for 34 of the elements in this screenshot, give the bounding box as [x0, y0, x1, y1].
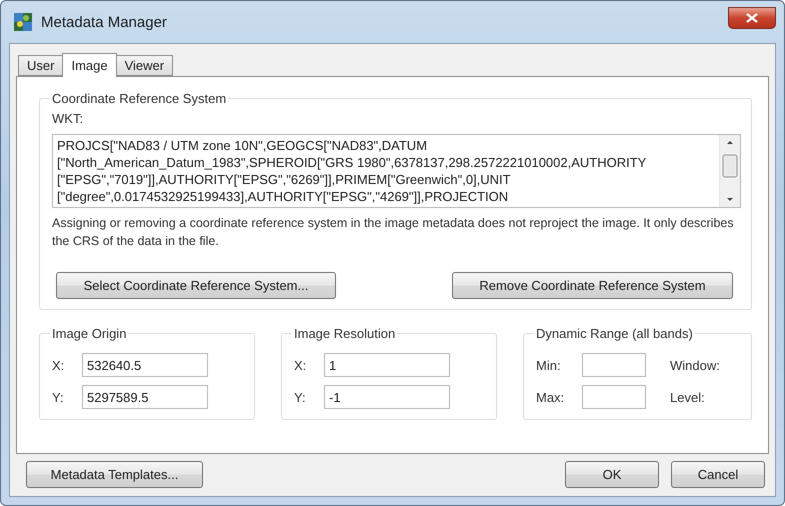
- crs-button[interactable]: Select Coordinate Reference System...: [56, 272, 336, 299]
- wkt-label: WKT:: [52, 111, 84, 126]
- field-label: X:: [294, 358, 308, 372]
- input-field[interactable]: 1: [324, 353, 450, 377]
- field-label: X:: [52, 358, 66, 372]
- group-title: Coordinate Reference System: [51, 91, 228, 106]
- ok-button[interactable]: OK: [565, 461, 659, 488]
- input-field[interactable]: 532640.5: [82, 353, 208, 377]
- group-title: Image Resolution: [293, 326, 396, 341]
- wkt-text-area[interactable]: PROJCS["NAD83 / UTM zone 10N",GEOGCS["NAD83",DATUM ["North_American_Datum_1983",SPHEROID["GRS 1980",6378137,298.2572221010002,AUTHORITY ["EPSG","7019"]],AUTHORITY["EPSG","6269"]],PRIMEM["Greenwich",0],UNIT ["degree",0.0174532925199433],AUTHORITY["EPSG","4269"]],PROJECTION: [52, 134, 741, 208]
- field-label: Level:: [670, 390, 705, 404]
- input-field[interactable]: [582, 385, 646, 409]
- input-field[interactable]: [582, 353, 646, 377]
- field-label: Max:: [536, 390, 566, 404]
- field-label: Window:: [670, 358, 720, 372]
- group-title: Image Origin: [51, 326, 128, 341]
- info-text: Assigning or removing a coordinate reference system in the image metadata does not reproject the image. It only describes the CRS of the data in the file.: [52, 215, 735, 250]
- group-title: Dynamic Range (all bands): [535, 326, 694, 341]
- input-field[interactable]: -1: [324, 385, 450, 409]
- tab[interactable]: Image: [62, 53, 117, 77]
- field-label: Min:: [536, 358, 562, 372]
- close-button[interactable]: [728, 7, 776, 29]
- tab[interactable]: Viewer: [116, 55, 174, 76]
- input-field[interactable]: 5297589.5: [82, 385, 208, 409]
- templates-button[interactable]: Metadata Templates...: [26, 461, 203, 488]
- app-icon: [13, 12, 33, 32]
- scrollbar[interactable]: [719, 135, 740, 207]
- field-label: Y:: [294, 390, 307, 404]
- tab[interactable]: User: [18, 55, 64, 76]
- cancel-button[interactable]: Cancel: [671, 461, 765, 488]
- field-label: Y:: [52, 390, 65, 404]
- close-icon: [746, 13, 758, 23]
- crs-button[interactable]: Remove Coordinate Reference System: [452, 272, 733, 299]
- window-title: Metadata Manager: [41, 14, 167, 30]
